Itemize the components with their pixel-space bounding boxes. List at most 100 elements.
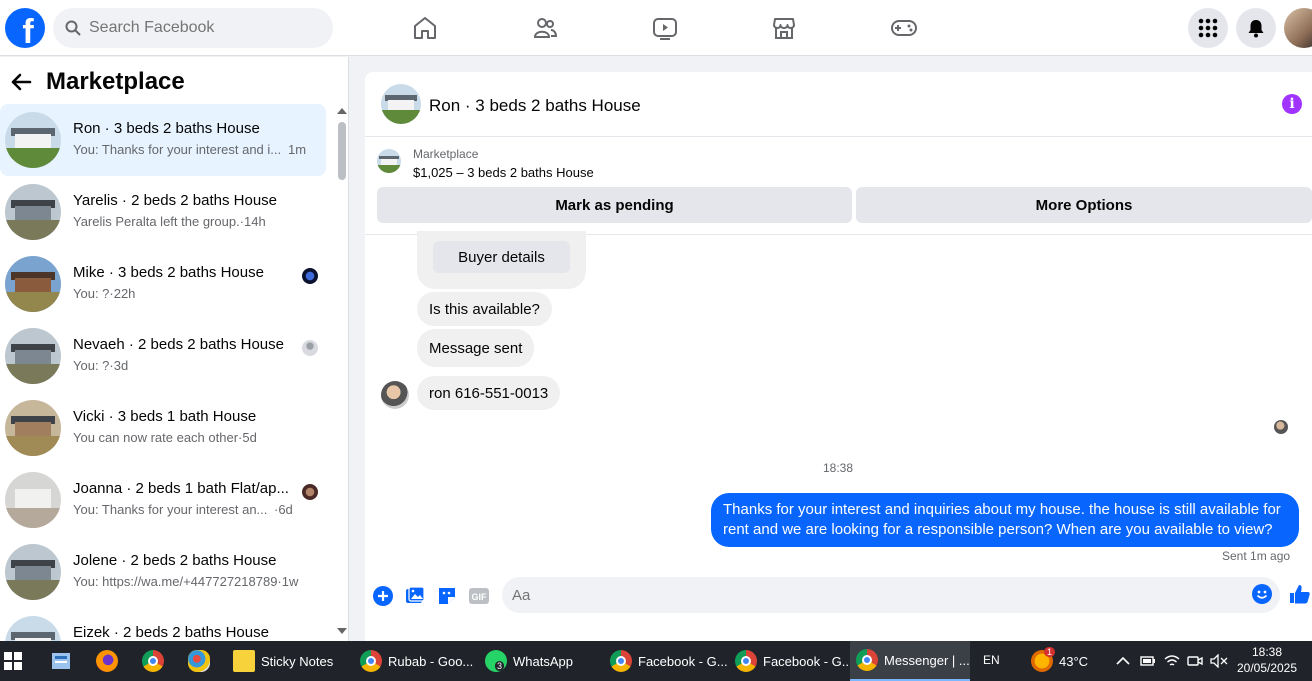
message-input-box[interactable] <box>502 577 1280 613</box>
weather-sun-icon: 1 <box>1031 647 1056 672</box>
language-indicator[interactable]: EN <box>983 652 1000 668</box>
chrome-icon[interactable] <box>142 641 170 681</box>
message-timestamp: 18:38 <box>823 461 854 475</box>
wifi-icon[interactable] <box>1164 641 1180 681</box>
conversation-time: 1m <box>288 142 307 157</box>
chat-title[interactable]: Ron · 3 beds 2 baths House <box>429 96 641 116</box>
sticker-icon[interactable] <box>436 585 458 607</box>
taskbar-sticky-notes[interactable]: Sticky Notes <box>229 641 347 681</box>
taskbar-chrome-facebook[interactable]: Facebook - G... <box>606 641 728 681</box>
photo-icon[interactable] <box>404 585 426 607</box>
conversation-item[interactable]: Jolene · 2 beds 2 baths House You: https… <box>0 536 326 608</box>
listing-thumbnail[interactable] <box>377 149 401 173</box>
marketplace-icon[interactable] <box>768 12 800 44</box>
search-box[interactable] <box>53 8 333 48</box>
listing-thumbnail <box>5 112 61 168</box>
taskbar-label: Sticky Notes <box>261 653 334 669</box>
conversation-item[interactable]: Ron · 3 beds 2 baths House You: Thanks f… <box>0 104 326 176</box>
clock-time: 18:38 <box>1251 645 1283 659</box>
outgoing-message: Thanks for your interest and inquiries a… <box>711 493 1299 547</box>
reader-app-icon[interactable] <box>50 641 72 681</box>
menu-grid-icon[interactable] <box>1188 8 1228 48</box>
taskbar-label: Messenger | ... <box>884 652 970 668</box>
conversation-item[interactable]: Vicki · 3 beds 1 bath House You can now … <box>0 392 326 464</box>
chrome-icon <box>856 649 878 671</box>
firefox-icon[interactable] <box>96 641 124 681</box>
conversation-preview: You can now rate each other·5d <box>73 430 257 445</box>
search-input[interactable] <box>89 19 309 37</box>
message-input[interactable] <box>512 585 1232 605</box>
gif-icon[interactable]: GIF <box>468 585 490 607</box>
message-thread: Buyer details Is this available? Message… <box>365 231 1312 575</box>
conversation-item[interactable]: Joanna · 2 beds 1 bath Flat/ap... You: T… <box>0 464 326 536</box>
scroll-thumb[interactable] <box>338 122 346 180</box>
weather-widget[interactable]: 1 43°C <box>1031 641 1097 681</box>
conversation-list: Ron · 3 beds 2 baths House You: Thanks f… <box>0 104 335 641</box>
participant-avatar <box>302 484 318 500</box>
listing-category: Marketplace <box>413 147 479 161</box>
listing-thumbnail <box>5 256 61 312</box>
listing-thumbnail <box>5 184 61 240</box>
conversation-preview: Yarelis Peralta left the group.·14h <box>73 214 266 229</box>
tray-chevron-up-icon[interactable] <box>1116 641 1130 681</box>
sidebar-scrollbar[interactable] <box>335 104 349 641</box>
conversation-item[interactable]: Mike · 3 beds 2 baths House You: ?·22h <box>0 248 326 320</box>
taskbar-label: WhatsApp <box>513 653 573 669</box>
marketplace-sidebar: Marketplace Ron · 3 beds 2 baths House Y… <box>0 57 349 641</box>
conversation-item[interactable]: Eizek · 2 beds 2 baths House <box>0 608 326 641</box>
mark-as-pending-button[interactable]: Mark as pending <box>377 187 852 223</box>
paint-app-icon[interactable] <box>188 641 216 681</box>
clock[interactable]: 18:38 20/05/2025 <box>1236 644 1298 676</box>
scroll-up-icon[interactable] <box>337 108 347 114</box>
taskbar-chrome-messenger[interactable]: Messenger | ... <box>850 641 970 681</box>
conversation-item[interactable]: Yarelis · 2 beds 2 baths House Yarelis P… <box>0 176 326 248</box>
gaming-icon[interactable] <box>888 12 920 44</box>
start-windows-icon[interactable] <box>4 641 24 681</box>
participant-avatar <box>302 340 318 356</box>
sender-avatar[interactable] <box>381 381 409 409</box>
volume-muted-icon[interactable] <box>1210 641 1228 681</box>
taskbar-chrome-facebook[interactable]: Facebook - G... <box>731 641 853 681</box>
friends-icon[interactable] <box>529 12 561 44</box>
taskbar-label: Rubab - Goo... <box>388 653 474 669</box>
chat-header: Ron · 3 beds 2 baths House i <box>365 72 1312 137</box>
chat-panel: Ron · 3 beds 2 baths House i Marketplace… <box>365 72 1312 641</box>
listing-thumbnail[interactable] <box>381 84 421 124</box>
plus-icon[interactable] <box>372 585 394 607</box>
listing-thumbnail <box>5 544 61 600</box>
conversation-name: Ron · 3 beds 2 baths House <box>73 120 260 137</box>
taskbar-chrome-rubab[interactable]: Rubab - Goo... <box>356 641 474 681</box>
info-icon[interactable]: i <box>1282 94 1302 114</box>
taskbar-whatsapp[interactable]: 3 WhatsApp <box>481 641 599 681</box>
conversation-preview: You: ?·22h <box>73 286 136 301</box>
scroll-down-icon[interactable] <box>337 628 347 634</box>
conversation-name: Yarelis · 2 beds 2 baths House <box>73 192 278 209</box>
facebook-logo[interactable]: f <box>5 8 45 48</box>
back-arrow-icon[interactable] <box>10 73 32 91</box>
whatsapp-icon: 3 <box>485 650 507 672</box>
search-icon <box>65 20 81 36</box>
conversation-item[interactable]: Nevaeh · 2 beds 2 baths House You: ?·3d <box>0 320 326 392</box>
home-icon[interactable] <box>409 12 441 44</box>
emoji-icon[interactable] <box>1252 584 1272 604</box>
listing-price-title[interactable]: $1,025 – 3 beds 2 baths House <box>413 165 594 180</box>
video-icon[interactable] <box>649 12 681 44</box>
more-options-button[interactable]: More Options <box>856 187 1312 223</box>
like-thumb-icon[interactable] <box>1289 583 1311 605</box>
battery-icon[interactable] <box>1140 641 1156 681</box>
conversation-preview: You: Thanks for your interest an... <box>73 502 268 517</box>
sent-status: Sent 1m ago <box>1222 549 1291 563</box>
profile-avatar[interactable] <box>1284 8 1312 48</box>
chrome-icon <box>610 650 632 672</box>
notifications-bell-icon[interactable] <box>1236 8 1276 48</box>
buyer-details-button[interactable]: Buyer details <box>433 241 570 273</box>
conversation-name: Eizek · 2 beds 2 baths House <box>73 624 269 641</box>
listing-thumbnail <box>5 616 61 641</box>
sticky-notes-icon <box>233 650 255 672</box>
temperature-label: 43°C <box>1059 653 1089 669</box>
camera-privacy-icon[interactable] <box>1187 641 1203 681</box>
whatsapp-badge: 3 <box>495 661 505 671</box>
conversation-preview: You: Thanks for your interest and i... <box>73 142 282 157</box>
taskbar-label: Facebook - G... <box>763 653 853 669</box>
conversation-time: ·6d <box>274 502 293 517</box>
